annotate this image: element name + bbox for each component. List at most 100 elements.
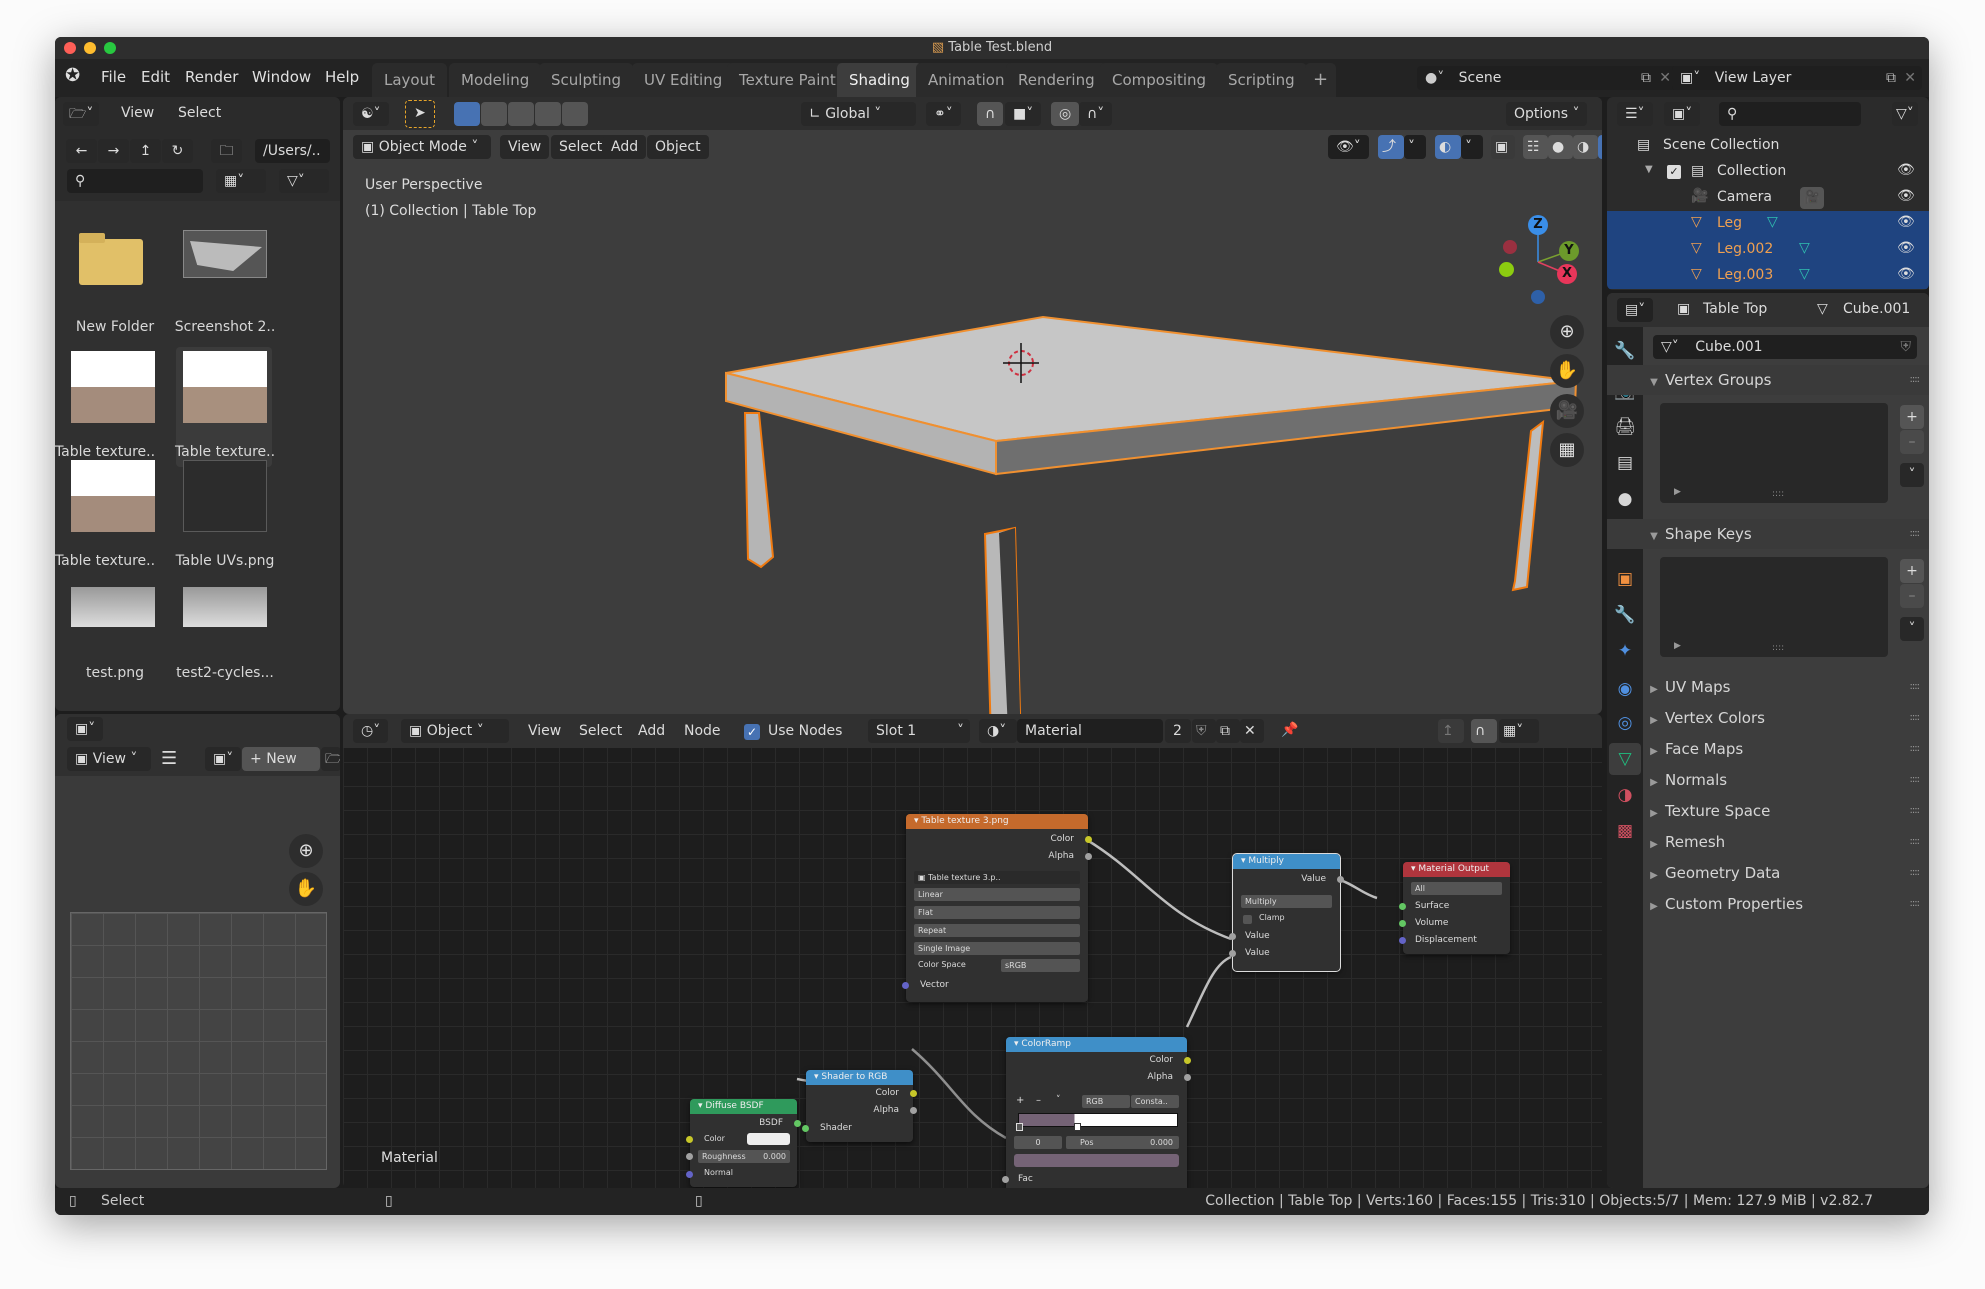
delete-view-layer-icon[interactable]: ✕ (1904, 66, 1916, 90)
node-header[interactable]: ▾ Material Output (1403, 862, 1510, 877)
panel-uv-maps[interactable]: ▶ UV Maps:::: (1607, 672, 1929, 702)
file-search-input[interactable]: ⚲ (67, 169, 203, 193)
editor-type-file-browser-icon[interactable]: 🗁˅ (63, 102, 100, 126)
tab-scripting[interactable]: Scripting (1216, 63, 1307, 97)
duplicate-view-layer-icon[interactable]: ⧉ (1886, 66, 1896, 90)
file-thumbnail[interactable] (71, 460, 155, 532)
pan-view-hand-icon[interactable]: ✋ (289, 872, 323, 906)
breadcrumb-data[interactable]: Cube.001 (1843, 301, 1910, 317)
color-swatch[interactable] (747, 1133, 790, 1145)
table-3d-model[interactable] (343, 97, 1602, 714)
tab-sculpting[interactable]: Sculpting (539, 63, 634, 97)
list-filter-arrow-icon[interactable]: ▶ (1674, 641, 1681, 651)
pan-view-hand-icon[interactable]: ✋ (1550, 354, 1584, 388)
menu-edit[interactable]: Edit (141, 68, 170, 86)
list-resize-handle-icon[interactable]: :::: (1772, 489, 1784, 499)
panel-vertex-colors[interactable]: ▶ Vertex Colors:::: (1607, 703, 1929, 733)
gizmo-x-axis[interactable]: X (1557, 264, 1577, 284)
tool-tab-icon[interactable]: 🔧 (1609, 335, 1641, 367)
visibility-eye-icon[interactable]: 👁 (1897, 162, 1915, 178)
outliner-filter-icon[interactable]: ▽˅ (1892, 102, 1918, 126)
object-tab-icon[interactable]: ▣ (1609, 563, 1641, 595)
input-socket-normal[interactable] (686, 1171, 693, 1178)
delete-scene-icon[interactable]: ✕ (1659, 66, 1671, 90)
drag-handle-icon[interactable]: :::: (1910, 734, 1921, 764)
display-mode-icon[interactable]: ▣˅ (1664, 102, 1701, 126)
target-dropdown[interactable]: All (1411, 882, 1502, 895)
shape-keys-list[interactable]: ▶ :::: (1660, 557, 1888, 657)
drag-handle-icon[interactable]: :::: (1910, 796, 1921, 826)
operation-dropdown[interactable]: Multiply (1241, 895, 1332, 908)
node-material-output[interactable]: ▾ Material Output All Surface Volume Dis… (1399, 862, 1510, 954)
image-selector[interactable]: ▣ Table texture 3.p.. (914, 871, 1080, 884)
color-space-dropdown[interactable]: sRGB (1001, 959, 1080, 972)
roughness-field[interactable]: Roughness 0.000 (698, 1150, 790, 1163)
add-shape-key-button[interactable]: + (1900, 559, 1924, 583)
output-tab-icon[interactable]: 🖨 (1609, 411, 1641, 443)
drag-handle-icon[interactable]: :::: (1910, 765, 1921, 795)
file-thumbnail[interactable] (71, 351, 155, 423)
tab-layout[interactable]: Layout (372, 63, 447, 97)
output-socket-alpha[interactable] (1184, 1074, 1191, 1081)
file-item-label[interactable]: Table UVs.png (165, 553, 285, 569)
mesh-data-icon[interactable]: ▽ (1767, 214, 1778, 230)
camera-data-icon[interactable]: 🎥 (1800, 187, 1824, 209)
remove-shape-key-button[interactable]: – (1900, 584, 1924, 608)
expand-arrow-icon[interactable]: ▼ (1645, 164, 1653, 175)
output-socket-alpha[interactable] (910, 1107, 917, 1114)
source-dropdown[interactable]: Single Image (914, 942, 1080, 955)
vertex-group-menu-icon[interactable]: ˅ (1900, 463, 1924, 487)
camera-view-icon[interactable]: 🎥 (1550, 394, 1584, 428)
display-mode-icon[interactable]: ▦˅ (216, 169, 266, 193)
input-socket-fac[interactable] (1002, 1176, 1009, 1183)
outliner-row-leg-002[interactable]: ▽ Leg.002 ▽ 👁 (1607, 237, 1929, 263)
visibility-eye-icon[interactable]: 👁 (1897, 214, 1915, 230)
panel-normals[interactable]: ▶ Normals:::: (1607, 765, 1929, 795)
outliner-row-scene-collection[interactable]: ▤ Scene Collection (1607, 133, 1929, 159)
file-thumbnail[interactable] (71, 587, 155, 627)
ramp-menu-icon[interactable]: ˅ (1056, 1095, 1061, 1105)
mesh-data-icon[interactable]: ▽ (1799, 240, 1810, 256)
scene-selector[interactable]: ●˅ Scene ⧉ ✕ (1417, 66, 1677, 90)
menu-file[interactable]: File (101, 68, 126, 86)
tab-compositing[interactable]: Compositing (1100, 63, 1219, 97)
input-socket-vector[interactable] (902, 982, 909, 989)
interpolation-dropdown[interactable]: Linear (914, 888, 1080, 901)
path-field[interactable]: /Users/.. (255, 139, 330, 163)
panel-shape-keys[interactable]: ▼ Shape Keys :::: (1607, 519, 1929, 549)
file-item-label[interactable]: test.png (55, 665, 175, 681)
scene-tab-icon[interactable]: ● (1609, 483, 1641, 515)
input-socket-volume[interactable] (1399, 920, 1406, 927)
image-editor[interactable]: ▣˅ ▣ View ˅ ☰ ▣˅ + New 🗁 ⊕ ✋ (55, 714, 340, 1188)
drag-handle-icon[interactable]: :::: (1910, 672, 1921, 702)
panel-geometry-data[interactable]: ▶ Geometry Data:::: (1607, 858, 1929, 888)
node-header[interactable]: ▾ ColorRamp (1006, 1037, 1187, 1052)
stop-index-field[interactable]: 0 (1014, 1136, 1062, 1149)
uv-grid[interactable] (70, 912, 327, 1170)
panel-face-maps[interactable]: ▶ Face Maps:::: (1607, 734, 1929, 764)
node-color-ramp[interactable]: ▾ ColorRamp Color Alpha + – ˅ RGB Consta… (1002, 1037, 1191, 1188)
drag-handle-icon[interactable]: :::: (1910, 519, 1921, 549)
tab-animation[interactable]: Animation (916, 63, 1017, 97)
view-layer-selector[interactable]: ▣˅ View Layer ⧉ ✕ (1672, 66, 1922, 90)
outliner-row-camera[interactable]: 🎥 Camera 🎥 👁 (1607, 185, 1929, 211)
node-header[interactable]: ▾ Multiply (1233, 854, 1340, 869)
file-item-label[interactable]: Table texture.. (55, 444, 165, 460)
panel-remesh[interactable]: ▶ Remesh:::: (1607, 827, 1929, 857)
new-image-button[interactable]: + New (242, 747, 320, 771)
image-view-dropdown[interactable]: ▣ View ˅ (67, 747, 151, 771)
projection-dropdown[interactable]: Flat (914, 906, 1080, 919)
color-ramp-gradient[interactable] (1018, 1113, 1178, 1127)
minimize-window-button[interactable] (84, 42, 96, 54)
add-workspace-button[interactable]: + (1305, 63, 1337, 97)
input-socket-value[interactable] (1229, 950, 1236, 957)
node-editor[interactable]: ◷˅ ▣ Object ˅ View Select Add Node ✓ Use… (343, 714, 1602, 1188)
file-item-label[interactable]: Screenshot 2.. (165, 319, 285, 335)
extension-dropdown[interactable]: Repeat (914, 924, 1080, 937)
outliner-row-leg[interactable]: ▽ Leg ▽ 👁 (1607, 211, 1929, 237)
input-socket-displacement[interactable] (1399, 937, 1406, 944)
file-item-label[interactable]: test2-cycles... (165, 665, 285, 681)
output-socket-color[interactable] (1085, 836, 1092, 843)
input-socket-surface[interactable] (1399, 903, 1406, 910)
outliner-search-input[interactable]: ⚲ (1719, 102, 1861, 126)
